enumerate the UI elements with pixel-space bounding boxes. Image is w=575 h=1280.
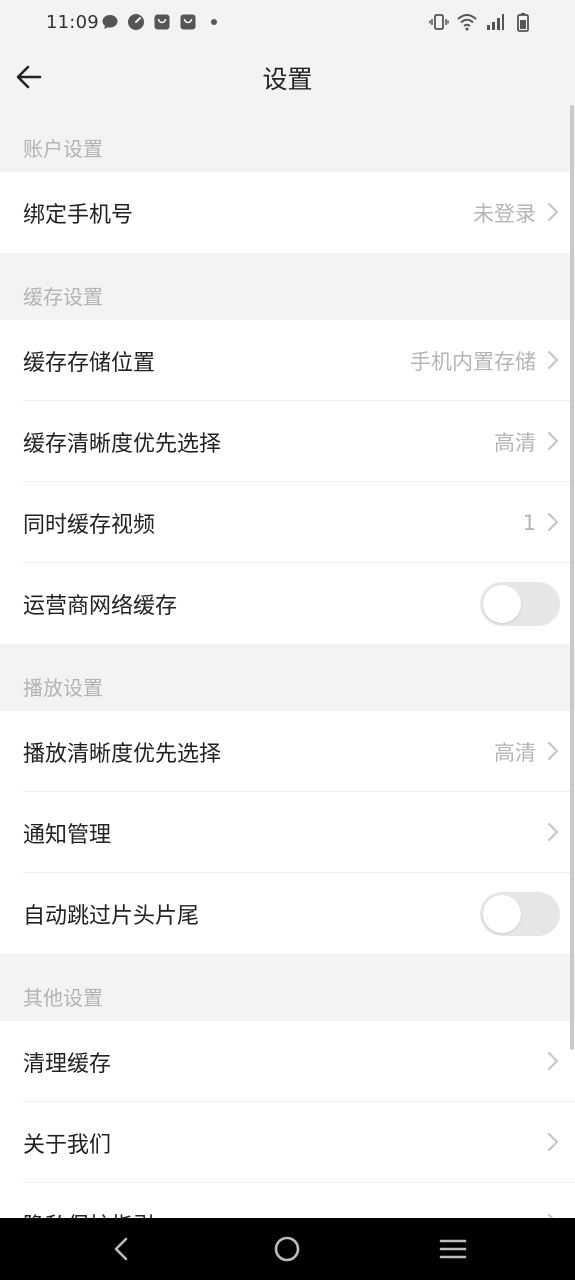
bind-phone-row[interactable]: 绑定手机号 未登录 [0,172,575,253]
row-label: 绑定手机号 [23,202,134,228]
row-label: 清理缓存 [23,1051,112,1077]
mobile-network-cache-toggle[interactable] [480,582,560,626]
nav-home-button[interactable] [269,1231,305,1267]
toggle-knob [483,895,521,933]
status-time: 11:09 [46,12,99,33]
speedometer-icon [128,14,144,30]
status-bar: 11:09 [0,0,575,48]
title-bar: 设置 [0,48,575,105]
row-value: 手机内置存储 [410,349,536,374]
cache-location-row[interactable]: 缓存存储位置 手机内置存储 [0,320,575,401]
row-label: 同时缓存视频 [23,512,156,538]
system-nav-bar [0,1218,575,1280]
about-us-row[interactable]: 关于我们 [0,1102,575,1183]
row-label: 关于我们 [23,1132,112,1158]
wifi-icon [457,14,477,31]
row-label: 缓存清晰度优先选择 [23,431,222,457]
section-header-playback: 播放设置 [0,644,575,711]
row-label: 通知管理 [23,822,112,848]
row-value: 高清 [494,740,536,765]
section-title: 播放设置 [23,676,103,700]
menu-lines-icon [439,1239,467,1259]
row-value: 高清 [494,430,536,455]
page-title: 设置 [262,65,313,94]
chevron-right-icon [548,203,558,221]
chevron-right-icon [548,823,558,841]
section-title: 缓存设置 [23,285,103,309]
shopping-bag-icon [180,14,196,30]
playback-quality-row[interactable]: 播放清晰度优先选择 高清 [0,711,575,792]
row-label: 缓存存储位置 [23,350,156,376]
signal-icon [487,14,504,30]
privacy-guide-row[interactable]: 隐私保护指引 [0,1183,575,1218]
clear-cache-row[interactable]: 清理缓存 [0,1021,575,1102]
chevron-right-icon [548,432,558,450]
chevron-right-icon [548,742,558,760]
battery-icon [517,13,529,32]
message-icon [102,15,118,29]
vibrate-icon [429,14,449,30]
settings-list[interactable]: 账户设置 绑定手机号 未登录 缓存设置 缓存存储位置 手机内置存储 缓存清晰度优… [0,105,575,1218]
nav-back-button[interactable] [104,1231,140,1267]
row-label: 运营商网络缓存 [23,593,178,619]
toggle-knob [483,585,521,623]
chevron-right-icon [548,1052,558,1070]
back-triangle-icon [114,1237,128,1261]
chevron-right-icon [548,1133,558,1151]
section-title: 账户设置 [23,137,103,161]
shopping-bag-icon [154,14,170,30]
cache-quality-row[interactable]: 缓存清晰度优先选择 高清 [0,401,575,482]
section-header-account: 账户设置 [0,105,575,172]
notification-icons [101,13,223,31]
mobile-network-cache-row: 运营商网络缓存 [0,563,575,644]
row-value: 1 [522,510,536,535]
section-title: 其他设置 [23,986,103,1010]
dot-icon [211,19,217,25]
chevron-right-icon [548,513,558,531]
skip-intro-outro-toggle[interactable] [480,892,560,936]
section-header-cache: 缓存设置 [0,253,575,320]
system-icons [429,12,533,32]
skip-intro-outro-row: 自动跳过片头片尾 [0,873,575,954]
home-circle-icon [274,1236,300,1262]
row-value: 未登录 [473,201,536,226]
row-label: 隐私保护指引 [23,1208,155,1219]
row-label: 自动跳过片头片尾 [23,903,200,929]
concurrent-cache-row[interactable]: 同时缓存视频 1 [0,482,575,563]
section-header-other: 其他设置 [0,954,575,1021]
nav-menu-button[interactable] [435,1231,471,1267]
notification-management-row[interactable]: 通知管理 [0,792,575,873]
scrollbar[interactable] [570,105,574,1050]
chevron-right-icon [548,351,558,369]
row-label: 播放清晰度优先选择 [23,741,222,767]
